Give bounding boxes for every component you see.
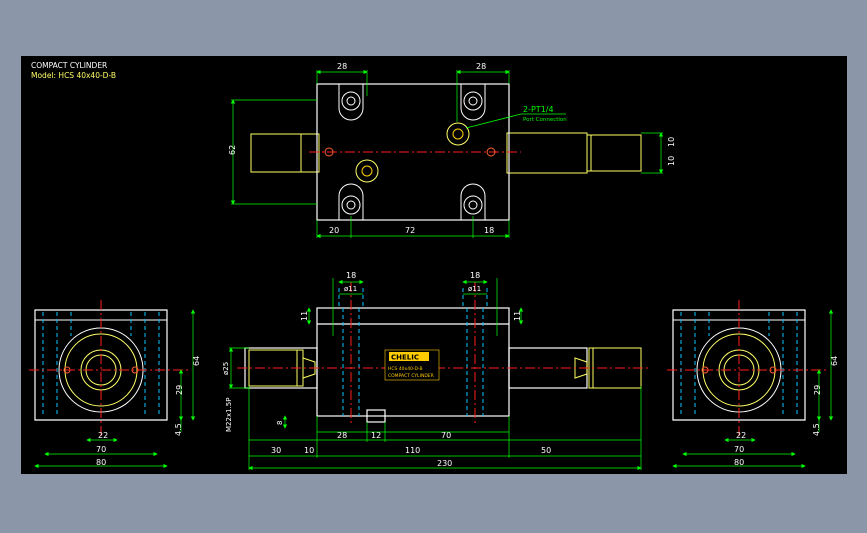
side-view-left: 64 29 4.5 22 70 80 bbox=[29, 300, 201, 469]
right-side-dim-mid: 70 bbox=[734, 445, 744, 454]
front-dim-total: 230 bbox=[437, 459, 452, 468]
front-dim-b-12: 12 bbox=[371, 431, 381, 440]
front-dim-rod-dia: ø25 bbox=[222, 362, 230, 375]
side-view-right: 64 29 4.5 22 70 80 bbox=[667, 300, 839, 469]
nameplate-model: HCS 40x40-D-B bbox=[388, 366, 423, 372]
top-port-label: 2-PT1/4 bbox=[523, 105, 554, 114]
drawing-sheet: COMPACT CYLINDER Model: HCS 40x40-D-B 2-… bbox=[21, 56, 847, 474]
front-dim-b-10: 10 bbox=[304, 446, 314, 455]
top-view: 2-PT1/4 Port Connection 28 28 62 10 10 2… bbox=[228, 62, 676, 239]
top-view-rods bbox=[250, 132, 642, 174]
top-dim-height: 62 bbox=[228, 145, 237, 155]
front-dim-port-left-width: 18 bbox=[346, 271, 356, 280]
left-side-dim-center: 29 bbox=[175, 385, 184, 395]
front-dim-port-right-width: 18 bbox=[470, 271, 480, 280]
left-side-dim-mid: 70 bbox=[96, 445, 106, 454]
front-dim-port-right-dia: ø11 bbox=[468, 285, 481, 293]
top-dim-bottom-mid: 72 bbox=[405, 226, 415, 235]
front-dim-b-110: 110 bbox=[405, 446, 420, 455]
front-dim-thread: M22x1.5P bbox=[225, 398, 233, 432]
top-dim-rod-2: 10 bbox=[667, 156, 676, 166]
right-side-dim-height: 64 bbox=[830, 356, 839, 366]
left-side-dim-inner: 22 bbox=[98, 431, 108, 440]
nameplate-desc: COMPACT CYLINDER bbox=[388, 373, 434, 379]
right-side-dim-base: 4.5 bbox=[812, 423, 821, 436]
left-side-dim-width: 80 bbox=[96, 458, 106, 467]
top-dim-bottom-left: 20 bbox=[329, 226, 339, 235]
front-dim-b-70: 70 bbox=[441, 431, 451, 440]
front-dim-b-28: 28 bbox=[337, 431, 347, 440]
nameplate-brand: CHELIC bbox=[391, 354, 419, 362]
top-dim-right-spacing: 28 bbox=[476, 62, 486, 71]
nameplate: CHELIC HCS 40x40-D-B COMPACT CYLINDER bbox=[384, 349, 440, 381]
front-dim-port-left-depth: 11 bbox=[300, 311, 309, 321]
front-view: CHELIC HCS 40x40-D-B COMPACT CYLINDER 18… bbox=[222, 271, 651, 471]
front-dim-small-height: 8 bbox=[276, 421, 284, 425]
top-port-sublabel: Port Connection bbox=[523, 117, 567, 123]
top-dim-bottom-right: 18 bbox=[484, 226, 494, 235]
left-side-dim-base: 4.5 bbox=[174, 423, 183, 436]
front-dim-port-left-dia: ø11 bbox=[344, 285, 357, 293]
right-side-dim-center: 29 bbox=[813, 385, 822, 395]
front-dim-b-30: 30 bbox=[271, 446, 281, 455]
front-dim-port-right-depth: 11 bbox=[513, 311, 522, 321]
right-side-dim-width: 80 bbox=[734, 458, 744, 467]
left-side-dim-height: 64 bbox=[192, 356, 201, 366]
cad-drawing: 2-PT1/4 Port Connection 28 28 62 10 10 2… bbox=[29, 62, 839, 471]
front-dim-b-50: 50 bbox=[541, 446, 551, 455]
top-dim-rod-1: 10 bbox=[667, 137, 676, 147]
top-dim-left-spacing: 28 bbox=[337, 62, 347, 71]
right-side-dim-inner: 22 bbox=[736, 431, 746, 440]
